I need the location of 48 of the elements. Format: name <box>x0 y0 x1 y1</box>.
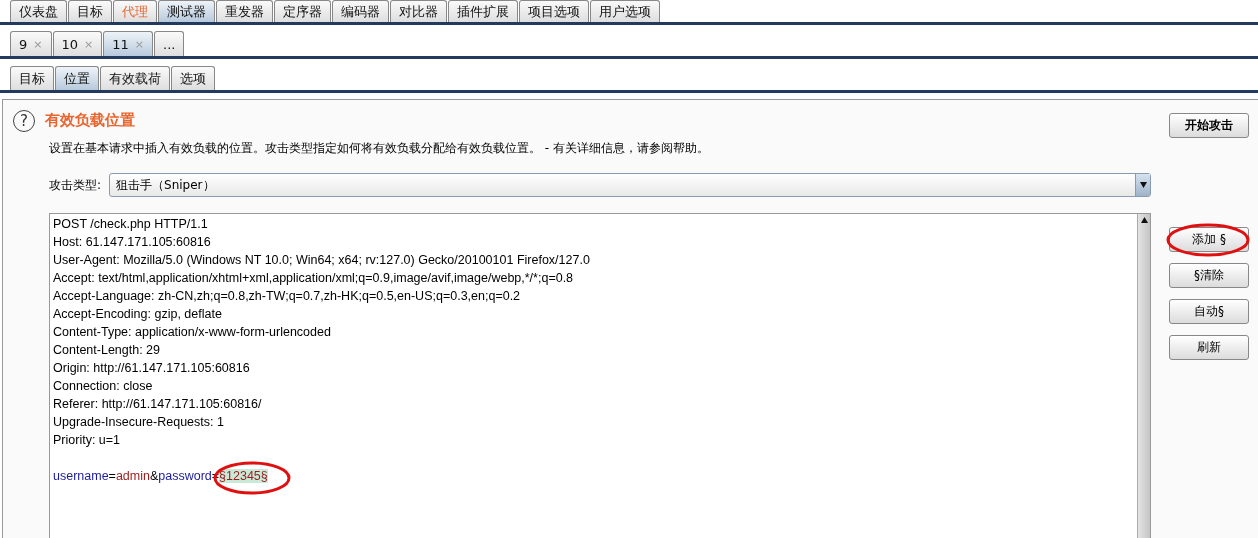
request-line: Priority: u=1 <box>53 432 122 449</box>
attack-tab[interactable]: 9 × <box>10 31 52 56</box>
request-line: User-Agent: Mozilla/5.0 (Windows NT 10.0; Win64; x64; rv:127.0) Gecko/20100101 Firefox/127.0 <box>53 252 591 269</box>
request-line: Content-Length: 29 <box>53 342 162 359</box>
main-tab[interactable]: 用户选项 <box>590 0 660 22</box>
main-tab[interactable]: 定序器 <box>274 0 331 22</box>
request-line: Upgrade-Insecure-Requests: 1 <box>53 414 225 431</box>
request-line: Referer: http://61.147.171.105:60816/ <box>53 396 263 413</box>
request-line: Origin: http://61.147.171.105:60816 <box>53 360 251 377</box>
request-line: Accept-Encoding: gzip, deflate <box>53 306 223 323</box>
dropdown-arrow-icon[interactable] <box>1139 182 1147 188</box>
section-title: 有效负载位置 <box>45 111 135 130</box>
attack-type-dropdown[interactable]: 狙击手（Sniper） <box>109 173 1151 197</box>
main-tab[interactable]: 编码器 <box>332 0 389 22</box>
section-description: 设置在基本请求中插入有效负载的位置。攻击类型指定如何将有效负载分配给有效负载位置。 - 有关详细信息，请参阅帮助。 <box>49 140 710 157</box>
start-attack-button[interactable]: 开始攻击 <box>1169 113 1249 138</box>
body-token: & <box>149 469 159 483</box>
sub-tab[interactable]: 目标 <box>10 66 54 90</box>
attack-type-label: 攻击类型: <box>49 176 102 194</box>
request-line: Content-Type: application/x-www-form-urlencoded <box>53 324 332 341</box>
body-token: = <box>108 469 116 483</box>
request-line: Accept: text/html,application/xhtml+xml,application/xml;q=0.9,image/avif,image/webp,*/*;q=0.8 <box>53 270 575 287</box>
main-tab[interactable]: 项目选项 <box>519 0 589 22</box>
attack-tab[interactable]: 10 × <box>52 31 103 56</box>
main-tab[interactable]: 对比器 <box>390 0 447 22</box>
scroll-up-icon[interactable] <box>1140 217 1148 223</box>
request-editor[interactable] <box>49 213 1151 538</box>
sub-tab[interactable]: 有效载荷 <box>100 66 170 90</box>
attack-tab[interactable]: 11 × <box>103 31 154 56</box>
main-tab[interactable]: 仪表盘 <box>10 0 67 22</box>
main-tab[interactable]: 目标 <box>68 0 112 22</box>
body-token: username <box>53 469 109 483</box>
request-line: Host: 61.147.171.105:60816 <box>53 234 212 251</box>
position-button[interactable]: §清除 <box>1169 263 1249 288</box>
main-tab[interactable]: 重发器 <box>216 0 273 22</box>
request-line: POST /check.php HTTP/1.1 <box>53 216 209 233</box>
request-line: Connection: close <box>53 378 154 395</box>
request-line: Accept-Language: zh-CN,zh;q=0.8,zh-TW;q=0.7,zh-HK;q=0.5,en-US;q=0.3,en;q=0.2 <box>53 288 522 305</box>
scrollbar[interactable] <box>1137 214 1150 538</box>
main-tab[interactable]: 测试器 <box>158 0 215 22</box>
position-button[interactable]: 自动§ <box>1169 299 1249 324</box>
body-token: password <box>158 469 212 483</box>
position-button[interactable]: 刷新 <box>1169 335 1249 360</box>
sub-tab[interactable]: 选项 <box>171 66 215 90</box>
body-token: admin <box>115 469 150 483</box>
attack-tab[interactable]: ... <box>154 31 185 56</box>
main-tab[interactable]: 插件扩展 <box>448 0 518 22</box>
sub-tab[interactable]: 位置 <box>55 66 99 90</box>
